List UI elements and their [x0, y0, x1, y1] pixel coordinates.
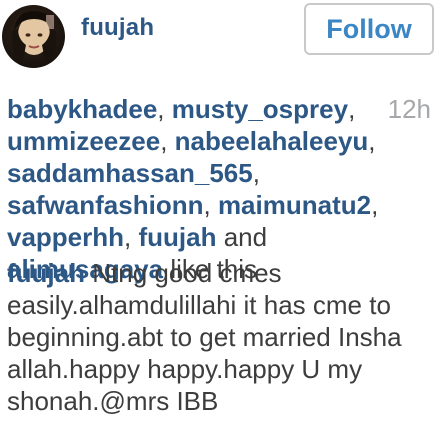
- separator: ,: [160, 126, 175, 156]
- likes-and-text: and: [223, 222, 268, 252]
- liker-username[interactable]: babykhadee: [7, 94, 157, 124]
- avatar-portrait-icon: [11, 11, 57, 65]
- follow-button[interactable]: Follow: [304, 3, 434, 55]
- post-screen: fuujah Follow babykhadee, musty_osprey, …: [0, 0, 443, 435]
- comment: fuujah Ntng good cmes easily.alhamdulill…: [7, 257, 432, 417]
- liker-username[interactable]: fuujah: [138, 222, 216, 252]
- separator: ,: [368, 126, 376, 156]
- separator: ,: [157, 94, 172, 124]
- separator: ,: [252, 158, 260, 188]
- liker-username[interactable]: maimunatu2: [218, 190, 371, 220]
- liker-username[interactable]: ummizeezee: [7, 126, 160, 156]
- post-username[interactable]: fuujah: [81, 14, 154, 42]
- post-header: fuujah Follow: [0, 0, 443, 68]
- separator: ,: [124, 222, 139, 252]
- separator: ,: [371, 190, 379, 220]
- avatar[interactable]: [2, 5, 65, 68]
- liker-username[interactable]: saddamhassan_565: [7, 158, 253, 188]
- post-timestamp: 12h: [387, 94, 431, 124]
- liker-username[interactable]: vapperhh: [7, 222, 124, 252]
- liker-username[interactable]: nabeelahaleeyu: [175, 126, 369, 156]
- separator: ,: [203, 190, 218, 220]
- separator: [216, 222, 223, 252]
- liker-username[interactable]: safwanfashionn: [7, 190, 203, 220]
- separator: ,: [348, 94, 356, 124]
- liker-username[interactable]: musty_osprey: [172, 94, 348, 124]
- comment-author[interactable]: fuujah: [7, 258, 85, 288]
